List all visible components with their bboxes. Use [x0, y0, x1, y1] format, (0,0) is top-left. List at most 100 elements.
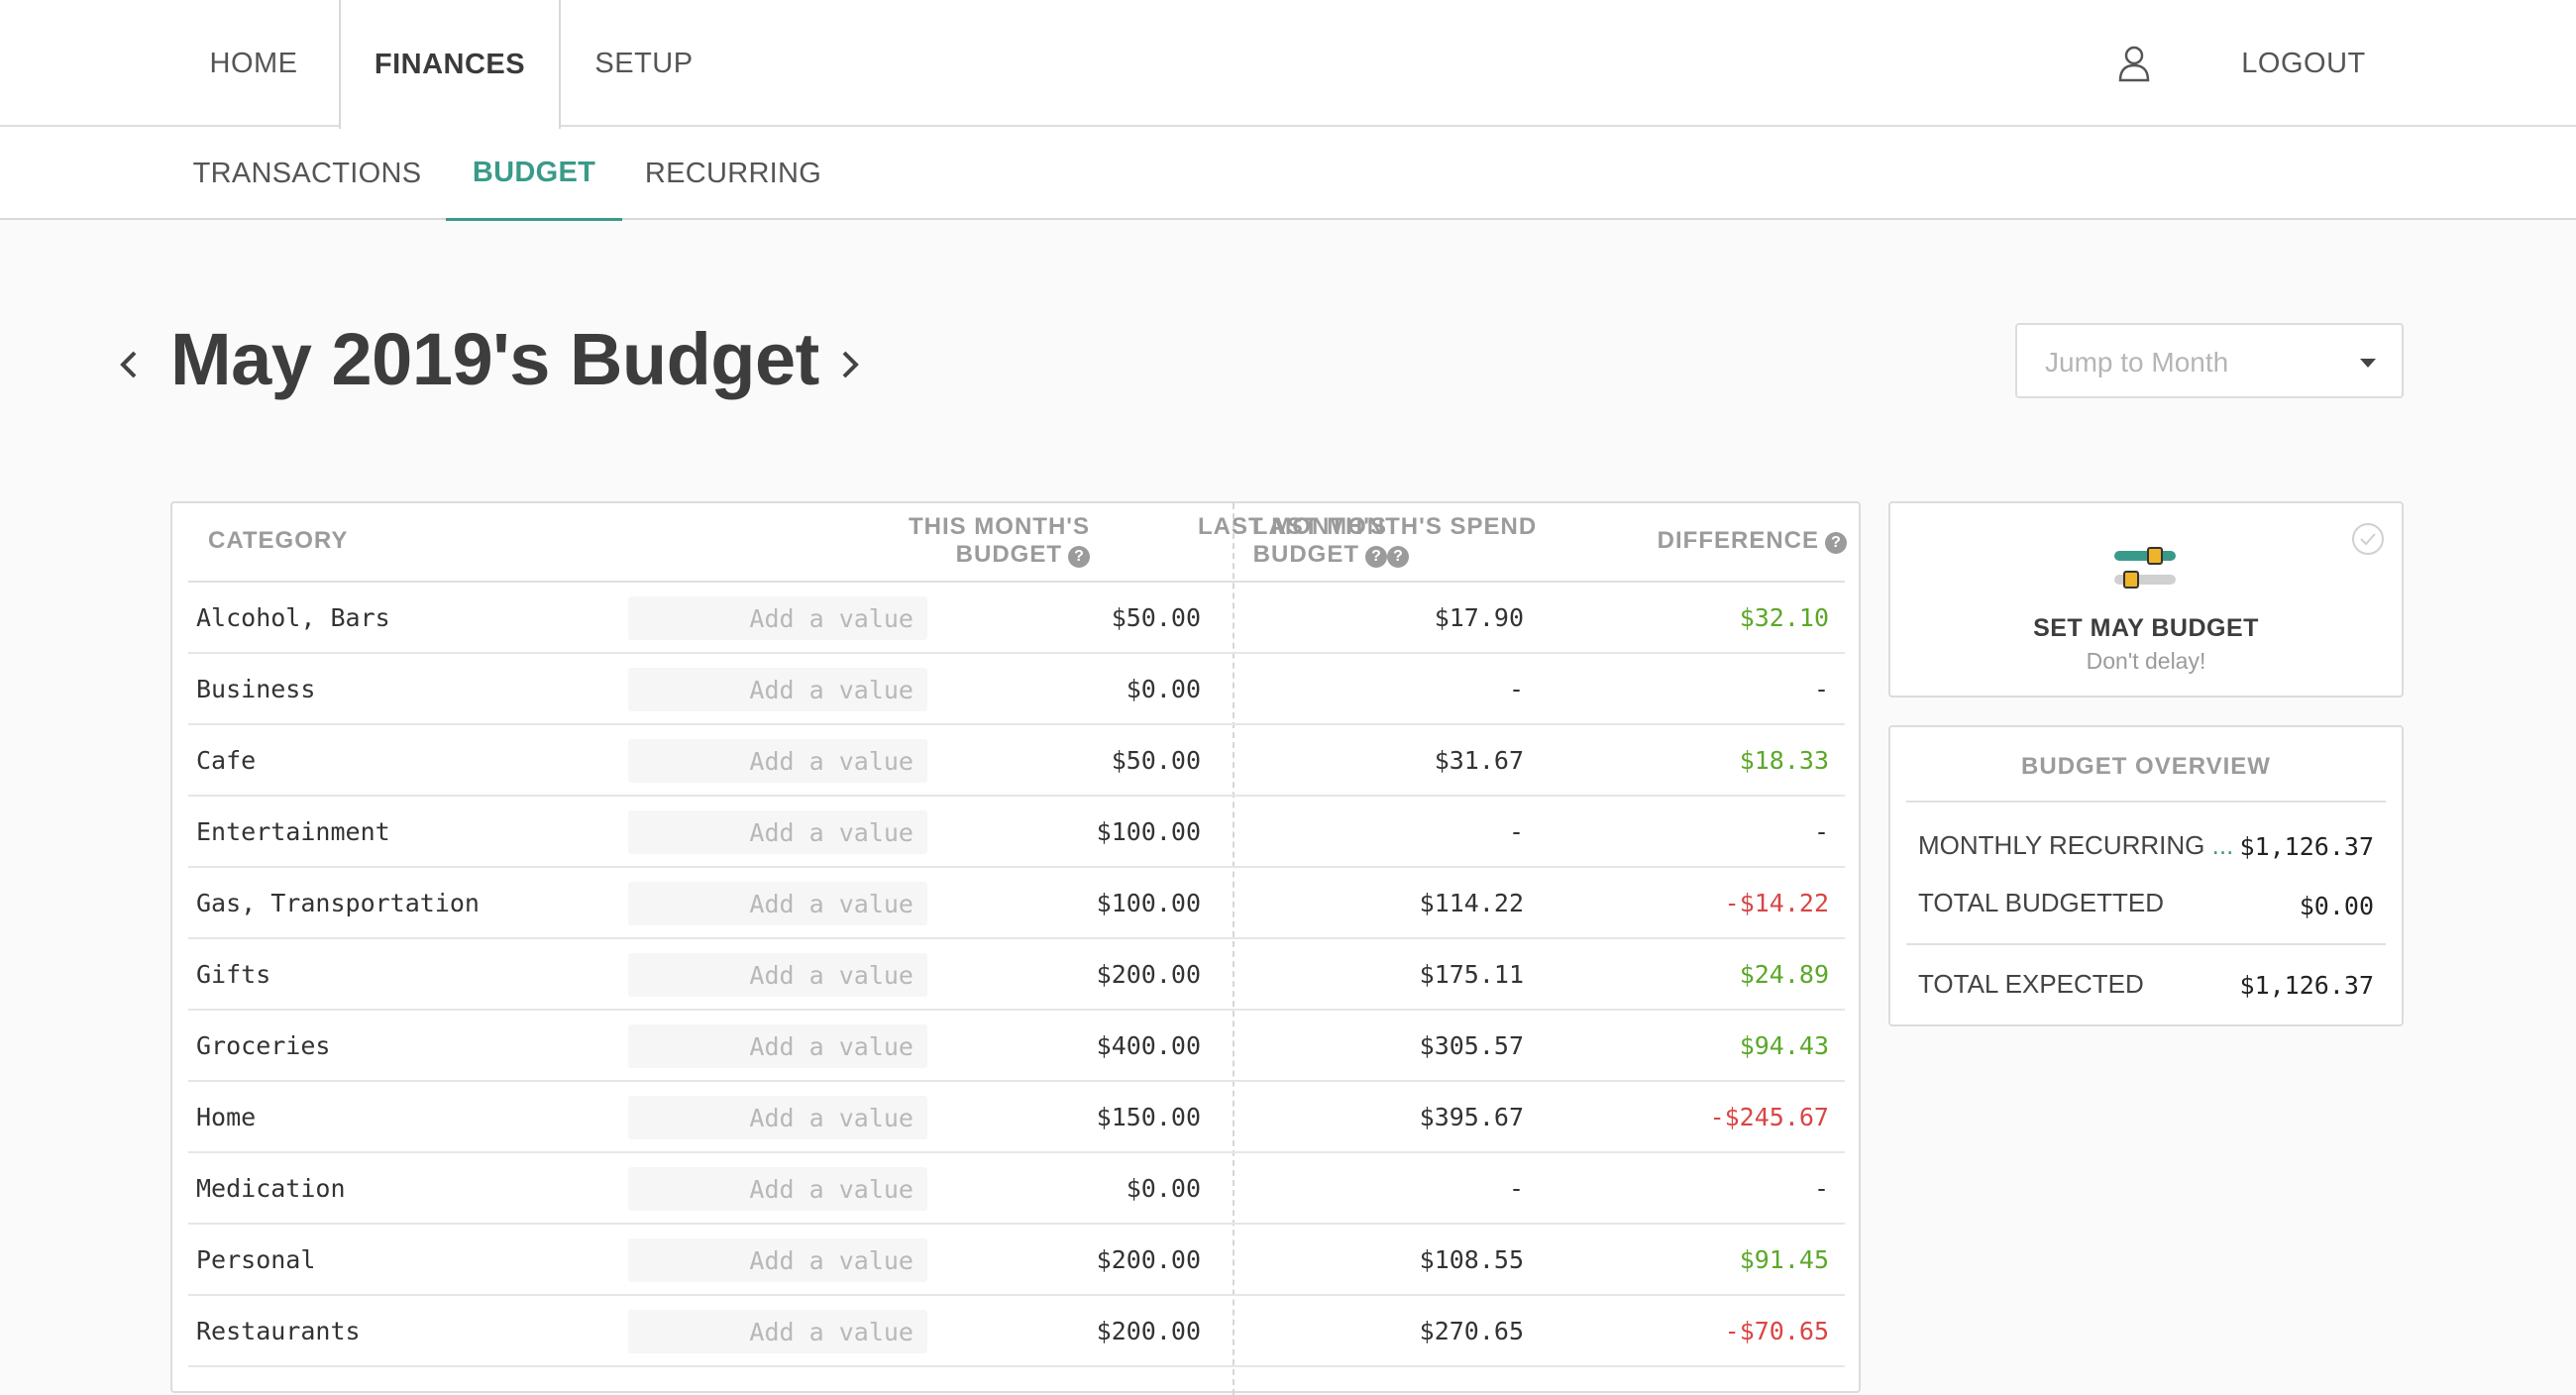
check-circle-icon[interactable] — [2350, 521, 2386, 557]
table-row: Gifts $200.00 $175.11 $24.89 — [188, 939, 1845, 1011]
tab-recurring[interactable]: RECURRING — [640, 127, 826, 220]
budget-table: CATEGORY THIS MONTH'S BUDGET? LAST MONTH… — [170, 501, 1861, 1395]
last-month-budget: $200.00 — [1096, 1245, 1201, 1274]
table-row: Personal $200.00 $108.55 $91.45 — [188, 1225, 1845, 1296]
last-month-budget: $50.00 — [1111, 746, 1201, 775]
budget-value-input[interactable] — [628, 1310, 927, 1353]
last-month-budget: $400.00 — [1096, 1031, 1201, 1060]
help-icon[interactable]: ? — [1825, 532, 1847, 554]
last-month-spend: $17.90 — [1434, 603, 1524, 632]
tab-home[interactable]: HOME — [178, 0, 329, 127]
budget-value-input[interactable] — [628, 596, 927, 640]
tab-budget[interactable]: BUDGET — [446, 127, 622, 221]
total-expected-value: $1,126.37 — [2239, 971, 2374, 1000]
header-this-month-budget: THIS MONTH'S BUDGET? — [727, 513, 1090, 569]
last-month-budget: $100.00 — [1096, 889, 1201, 917]
set-budget-title: SET MAY BUDGET — [2033, 614, 2259, 642]
last-month-budget: $0.00 — [1126, 675, 1201, 703]
sliders-icon — [2114, 547, 2176, 589]
jump-to-month-select[interactable]: Jump to Month — [2015, 323, 2404, 398]
last-month-budget: $0.00 — [1126, 1174, 1201, 1203]
last-month-budget: $150.00 — [1096, 1103, 1201, 1131]
last-month-spend: - — [1508, 1174, 1524, 1203]
difference-value: -$70.65 — [1724, 1317, 1829, 1345]
tab-finances[interactable]: FINANCES — [339, 0, 561, 129]
category-name: Entertainment — [196, 817, 390, 846]
overview-title: BUDGET OVERVIEW — [2021, 753, 2271, 780]
budget-value-input[interactable] — [628, 953, 927, 997]
logout-button[interactable]: LOGOUT — [2229, 0, 2378, 127]
difference-value: $18.33 — [1739, 746, 1829, 775]
category-name: Business — [196, 675, 316, 703]
last-month-spend: $305.57 — [1419, 1031, 1524, 1060]
budget-value-input[interactable] — [628, 1024, 927, 1068]
last-month-budget: $200.00 — [1096, 960, 1201, 989]
category-name: Home — [196, 1103, 257, 1131]
difference-value: $91.45 — [1739, 1245, 1829, 1274]
last-month-spend: $114.22 — [1419, 889, 1524, 917]
category-name: Gas, Transportation — [196, 889, 480, 917]
last-month-spend: $395.67 — [1419, 1103, 1524, 1131]
header-last-spend-label: LAST MONTH'S SPEND — [1252, 513, 1538, 540]
budget-value-input[interactable] — [628, 810, 927, 854]
last-month-spend: - — [1508, 675, 1524, 703]
last-month-spend: - — [1508, 817, 1524, 846]
table-row: Medication $0.00 - - — [188, 1153, 1845, 1225]
category-name: Restaurants — [196, 1317, 361, 1345]
budget-value-input[interactable] — [628, 668, 927, 711]
total-expected-label: TOTAL EXPECTED — [1918, 969, 2144, 999]
last-month-spend: $31.67 — [1434, 746, 1524, 775]
monthly-recurring-more-link[interactable]: ... — [2212, 830, 2234, 860]
category-name: Cafe — [196, 746, 257, 775]
user-icon[interactable] — [2116, 44, 2152, 83]
table-row: Entertainment $100.00 - - — [188, 797, 1845, 868]
header-this-month-line1: THIS MONTH'S — [908, 513, 1090, 540]
tab-transactions[interactable]: TRANSACTIONS — [184, 127, 430, 220]
table-row: Restaurants $200.00 $270.65 -$70.65 — [188, 1296, 1845, 1367]
table-row: Home $150.00 $395.67 -$245.67 — [188, 1082, 1845, 1153]
budget-value-input[interactable] — [628, 882, 927, 925]
category-name: Groceries — [196, 1031, 331, 1060]
monthly-recurring-text: MONTHLY RECURRING — [1918, 830, 2205, 860]
difference-value: $94.43 — [1739, 1031, 1829, 1060]
overview-divider — [1906, 943, 2386, 945]
difference-value: - — [1813, 1174, 1829, 1203]
table-row: Business $0.00 - - — [188, 654, 1845, 725]
difference-value: $32.10 — [1739, 603, 1829, 632]
set-budget-subtitle: Don't delay! — [2086, 648, 2206, 674]
top-nav: HOME FINANCES SETUP LOGOUT — [0, 0, 2576, 129]
table-row: Groceries $400.00 $305.57 $94.43 — [188, 1011, 1845, 1082]
overview-divider — [1906, 801, 2386, 803]
help-icon[interactable]: ? — [1387, 546, 1409, 568]
last-month-spend: $270.65 — [1419, 1317, 1524, 1345]
chevron-down-icon — [2360, 359, 2376, 368]
budget-value-input[interactable] — [628, 1238, 927, 1282]
budget-value-input[interactable] — [628, 1096, 927, 1139]
total-budgetted-value: $0.00 — [2299, 892, 2374, 920]
last-month-budget: $50.00 — [1111, 603, 1201, 632]
difference-value: - — [1813, 817, 1829, 846]
next-month-icon[interactable] — [834, 345, 864, 384]
header-difference: DIFFERENCE? — [1579, 527, 1847, 555]
difference-value: -$14.22 — [1724, 889, 1829, 917]
difference-value: -$245.67 — [1709, 1103, 1829, 1131]
total-budgetted-label: TOTAL BUDGETTED — [1918, 888, 2164, 917]
monthly-recurring-label: MONTHLY RECURRING ... — [1918, 830, 2233, 861]
category-name: Personal — [196, 1245, 316, 1274]
table-row: Alcohol, Bars $50.00 $17.90 $32.10 — [188, 583, 1845, 654]
page-title: May 2019's Budget — [170, 318, 819, 400]
sub-nav: TRANSACTIONS BUDGET RECURRING — [0, 127, 2576, 221]
budget-value-input[interactable] — [628, 1167, 927, 1211]
table-row: Cafe $50.00 $31.67 $18.33 — [188, 725, 1845, 797]
set-budget-card[interactable]: SET MAY BUDGET Don't delay! — [1888, 501, 2404, 698]
header-difference-label: DIFFERENCE — [1657, 527, 1819, 554]
category-name: Medication — [196, 1174, 346, 1203]
previous-month-icon[interactable] — [115, 345, 145, 384]
tab-setup[interactable]: SETUP — [575, 0, 713, 127]
header-category: CATEGORY — [208, 527, 349, 554]
last-month-budget: $100.00 — [1096, 817, 1201, 846]
table-row: Gas, Transportation $100.00 $114.22 -$14.22 — [188, 868, 1845, 939]
budget-overview-card: BUDGET OVERVIEW MONTHLY RECURRING ... $1… — [1888, 725, 2404, 1026]
jump-to-month-placeholder: Jump to Month — [2045, 347, 2229, 377]
budget-value-input[interactable] — [628, 739, 927, 783]
